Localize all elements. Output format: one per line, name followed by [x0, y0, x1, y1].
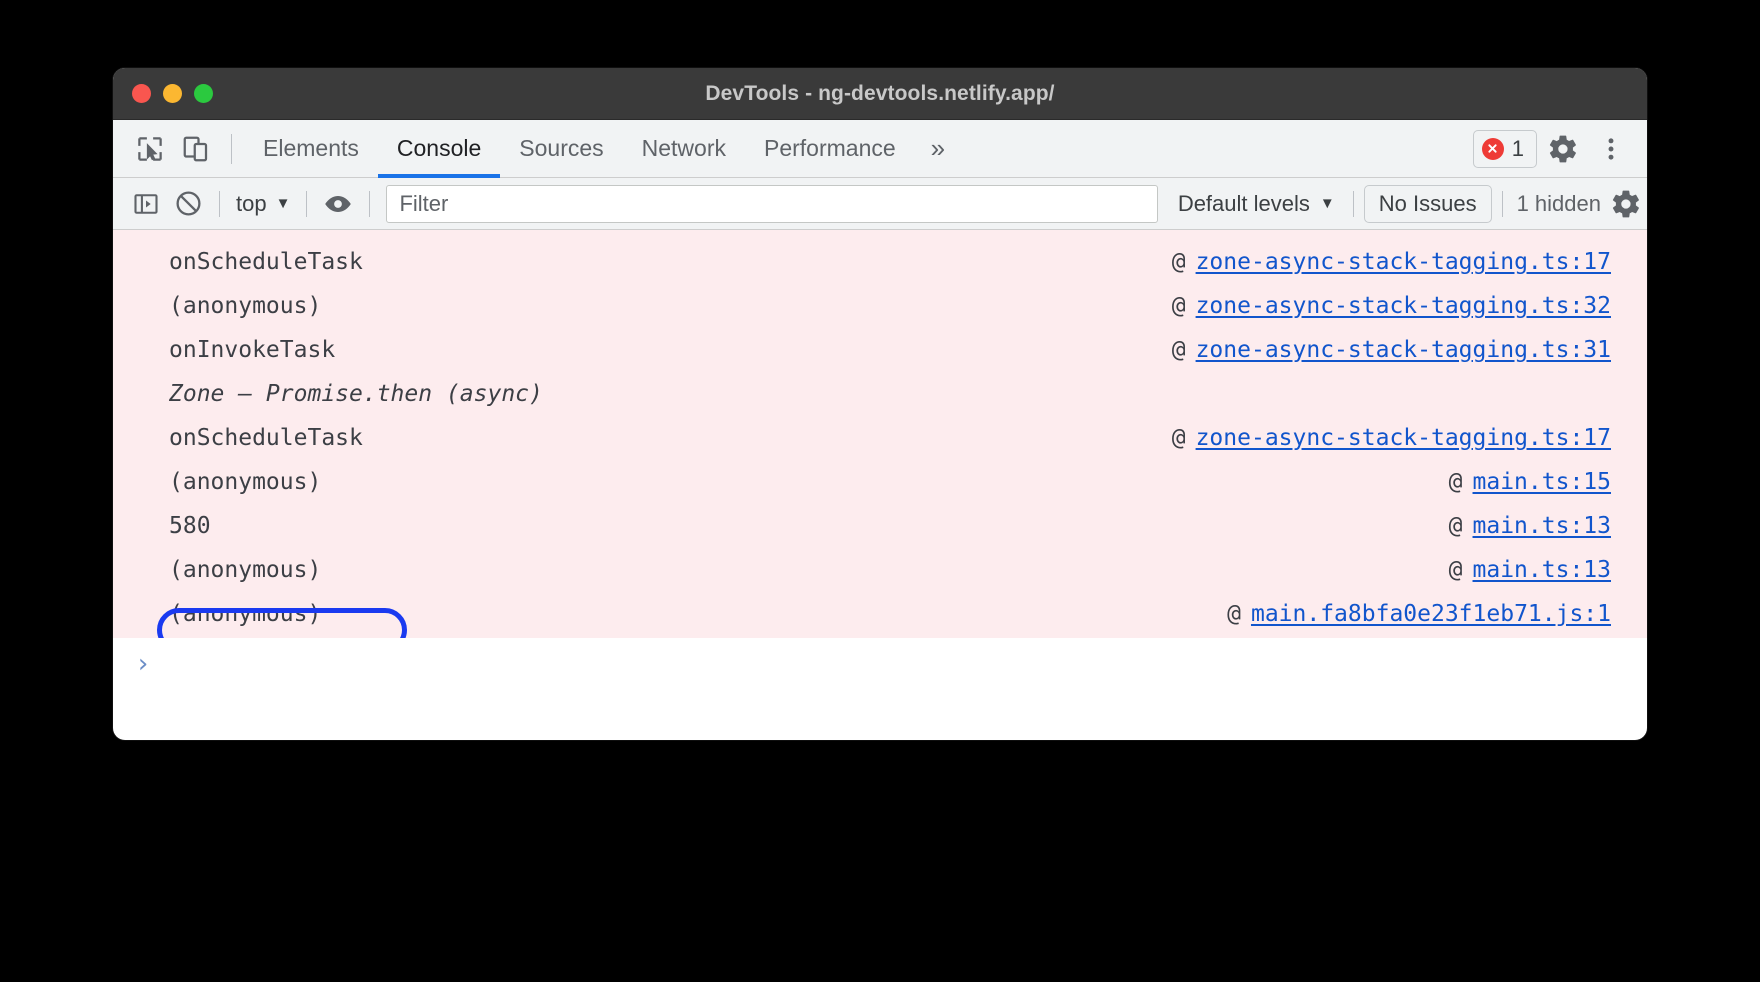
more-tabs-chevron-icon[interactable]: » [915, 120, 961, 177]
minimize-window-button[interactable] [163, 84, 182, 103]
table-row[interactable]: (anonymous) @ main.ts:13 [113, 548, 1647, 592]
frame-location: @ zone-async-stack-tagging.ts:32 [1172, 293, 1611, 319]
source-link[interactable]: zone-async-stack-tagging.ts:17 [1196, 249, 1611, 275]
error-stack-block: onScheduleTask @ zone-async-stack-taggin… [113, 230, 1647, 685]
frame-function-name: 580 [169, 513, 211, 539]
traffic-lights [113, 84, 213, 103]
frame-function-name: onScheduleTask [169, 249, 363, 275]
toolbar-divider-2 [306, 191, 307, 217]
frame-location: @ main.ts:13 [1449, 513, 1611, 539]
log-levels-selector[interactable]: Default levels ▼ [1170, 191, 1343, 217]
devtools-tabstrip: Elements Console Sources Network Perform… [113, 120, 1647, 178]
gear-icon[interactable] [1541, 127, 1585, 171]
filter-placeholder: Filter [399, 191, 448, 217]
device-toolbar-icon[interactable] [173, 126, 219, 172]
issues-button[interactable]: No Issues [1364, 185, 1492, 223]
source-link[interactable]: main.fa8bfa0e23f1eb71.js:1 [1251, 601, 1611, 627]
tab-network[interactable]: Network [623, 120, 745, 177]
window-titlebar: DevTools - ng-devtools.netlify.app/ [113, 68, 1647, 120]
live-expression-eye-icon[interactable] [317, 183, 359, 225]
frame-function-name: (anonymous) [169, 601, 321, 627]
at-symbol: @ [1172, 425, 1186, 451]
prompt-caret-icon: › [135, 651, 151, 677]
console-toolbar: top ▼ Filter Default levels ▼ No Issues [113, 178, 1647, 230]
hidden-messages-count: 1 hidden [1513, 191, 1605, 217]
tab-elements[interactable]: Elements [244, 120, 378, 177]
async-boundary-row: Zone — Promise.then (async) [113, 372, 1647, 416]
frame-location: @ main.fa8bfa0e23f1eb71.js:1 [1227, 601, 1611, 627]
tab-performance-label: Performance [764, 135, 896, 162]
console-prompt[interactable]: › [113, 638, 1647, 690]
at-symbol: @ [1227, 601, 1241, 627]
chevron-down-icon: ▼ [276, 196, 291, 211]
tab-elements-label: Elements [263, 135, 359, 162]
tab-console-label: Console [397, 135, 481, 162]
frame-function-name: onScheduleTask [169, 425, 363, 451]
kebab-menu-icon[interactable] [1589, 127, 1633, 171]
screenshot-root: DevTools - ng-devtools.netlify.app/ Ele [0, 0, 1760, 982]
frame-location: @ main.ts:15 [1449, 469, 1611, 495]
source-link[interactable]: zone-async-stack-tagging.ts:31 [1196, 337, 1611, 363]
tab-console[interactable]: Console [378, 120, 500, 177]
frame-location: @ zone-async-stack-tagging.ts:31 [1172, 337, 1611, 363]
at-symbol: @ [1172, 249, 1186, 275]
execution-context-label: top [236, 191, 267, 217]
table-row[interactable]: (anonymous) @ main.ts:15 [113, 460, 1647, 504]
table-row[interactable]: onScheduleTask @ zone-async-stack-taggin… [113, 416, 1647, 460]
chevron-down-icon: ▼ [1320, 196, 1335, 211]
error-count-label: 1 [1512, 138, 1524, 160]
log-levels-label: Default levels [1178, 191, 1310, 217]
at-symbol: @ [1449, 469, 1463, 495]
at-symbol: @ [1172, 293, 1186, 319]
toolbar-divider-5 [1502, 191, 1503, 217]
frame-function-name: onInvokeTask [169, 337, 335, 363]
clear-console-icon[interactable] [167, 183, 209, 225]
tab-performance[interactable]: Performance [745, 120, 915, 177]
at-symbol: @ [1172, 337, 1186, 363]
window-title: DevTools - ng-devtools.netlify.app/ [113, 82, 1647, 106]
error-circle-icon [1482, 138, 1504, 160]
console-output: onScheduleTask @ zone-async-stack-taggin… [113, 230, 1647, 690]
tab-sources-label: Sources [519, 135, 603, 162]
tab-network-label: Network [642, 135, 726, 162]
console-sidebar-icon[interactable] [125, 183, 167, 225]
tabstrip-divider [231, 134, 232, 164]
table-row[interactable]: (anonymous) @ main.fa8bfa0e23f1eb71.js:1 [113, 592, 1647, 636]
zoom-window-button[interactable] [194, 84, 213, 103]
table-row[interactable]: (anonymous) @ zone-async-stack-tagging.t… [113, 284, 1647, 328]
source-link[interactable]: main.ts:15 [1473, 469, 1611, 495]
error-count-badge[interactable]: 1 [1473, 130, 1537, 168]
frame-function-name: (anonymous) [169, 469, 321, 495]
filter-input[interactable]: Filter [386, 185, 1157, 223]
console-settings-gear-icon[interactable] [1605, 183, 1647, 225]
source-link[interactable]: main.ts:13 [1473, 513, 1611, 539]
tab-sources[interactable]: Sources [500, 120, 622, 177]
frame-location: @ zone-async-stack-tagging.ts:17 [1172, 425, 1611, 451]
frame-function-name: (anonymous) [169, 293, 321, 319]
at-symbol: @ [1449, 557, 1463, 583]
toolbar-divider-1 [219, 191, 220, 217]
frame-location: @ zone-async-stack-tagging.ts:17 [1172, 249, 1611, 275]
frame-location: @ main.ts:13 [1449, 557, 1611, 583]
close-window-button[interactable] [132, 84, 151, 103]
async-boundary-label: Zone — Promise.then (async) [169, 381, 543, 407]
source-link[interactable]: zone-async-stack-tagging.ts:17 [1196, 425, 1611, 451]
inspect-element-icon[interactable] [127, 126, 173, 172]
source-link[interactable]: zone-async-stack-tagging.ts:32 [1196, 293, 1611, 319]
toolbar-divider-4 [1353, 191, 1354, 217]
execution-context-selector[interactable]: top ▼ [230, 191, 296, 217]
table-row[interactable]: onScheduleTask @ zone-async-stack-taggin… [113, 240, 1647, 284]
table-row[interactable]: onInvokeTask @ zone-async-stack-tagging.… [113, 328, 1647, 372]
frame-function-name: (anonymous) [169, 557, 321, 583]
tab-list: Elements Console Sources Network Perform… [244, 120, 961, 177]
devtools-window: DevTools - ng-devtools.netlify.app/ Ele [113, 68, 1647, 740]
toolbar-divider-3 [369, 191, 370, 217]
at-symbol: @ [1449, 513, 1463, 539]
table-row[interactable]: 580 @ main.ts:13 [113, 504, 1647, 548]
source-link[interactable]: main.ts:13 [1473, 557, 1611, 583]
tabstrip-right-controls: 1 [1473, 127, 1647, 171]
